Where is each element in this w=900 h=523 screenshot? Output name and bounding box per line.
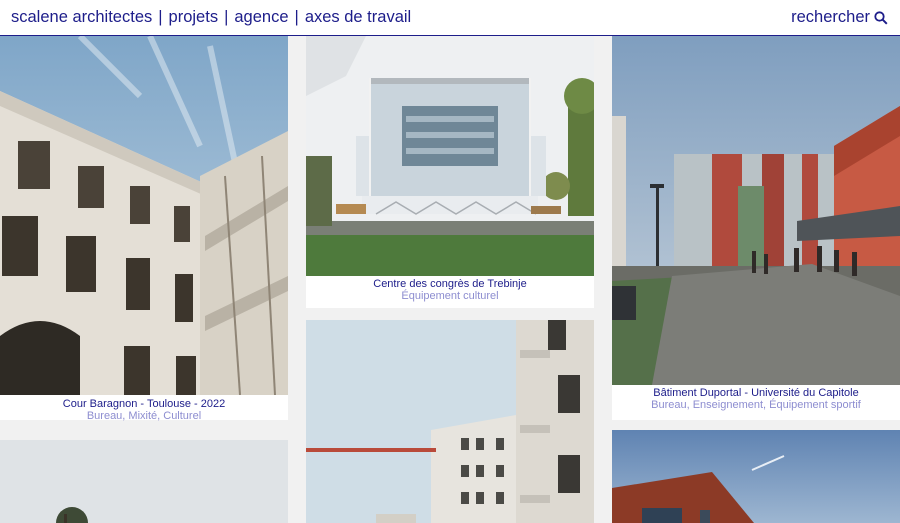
- project-tags: Bureau, Mixité, Culturel: [86, 410, 202, 422]
- nav-separator: |: [224, 8, 229, 26]
- project-card-cour-baragnon[interactable]: Cour Baragnon - Toulouse - 2022 Bureau, …: [0, 36, 288, 422]
- top-bar: scalene architectes | projets | agence |…: [0, 0, 900, 36]
- project-card[interactable]: [612, 430, 900, 523]
- nav-link-agence[interactable]: agence: [234, 8, 288, 27]
- project-photo[interactable]: [0, 36, 288, 395]
- project-photo[interactable]: [612, 430, 900, 523]
- project-caption: Centre des congrès de Trebinje Équipemen…: [306, 278, 594, 302]
- nav-link-axes-de-travail[interactable]: axes de travail: [305, 8, 411, 27]
- project-title[interactable]: Bâtiment Duportal - Université du Capito…: [612, 387, 900, 399]
- project-card-centre-des-congres[interactable]: Centre des congrès de Trebinje Équipemen…: [306, 36, 594, 308]
- project-tags: Équipement culturel: [401, 290, 499, 302]
- project-title[interactable]: Centre des congrès de Trebinje: [306, 278, 594, 290]
- search-label: rechercher: [791, 8, 870, 26]
- main-nav: scalene architectes | projets | agence |…: [11, 8, 411, 27]
- nav-separator: |: [294, 8, 299, 26]
- search-button[interactable]: rechercher: [791, 8, 888, 27]
- project-caption: Cour Baragnon - Toulouse - 2022 Bureau, …: [0, 398, 288, 422]
- nav-link-projets[interactable]: projets: [169, 8, 219, 27]
- project-tags: Bureau, Enseignement, Équipement sportif: [651, 399, 861, 411]
- project-card-batiment-duportal[interactable]: Bâtiment Duportal - Université du Capito…: [612, 36, 900, 420]
- project-photo[interactable]: [0, 440, 288, 523]
- project-title[interactable]: Cour Baragnon - Toulouse - 2022: [0, 398, 288, 410]
- nav-separator: |: [158, 8, 163, 26]
- project-photo[interactable]: [306, 36, 594, 276]
- project-photo[interactable]: [612, 36, 900, 385]
- project-photo[interactable]: [306, 320, 594, 523]
- brand-link[interactable]: scalene architectes: [11, 8, 152, 27]
- search-icon: [874, 10, 888, 25]
- project-card[interactable]: [306, 320, 594, 523]
- project-card[interactable]: [0, 440, 288, 523]
- project-caption: Bâtiment Duportal - Université du Capito…: [612, 387, 900, 411]
